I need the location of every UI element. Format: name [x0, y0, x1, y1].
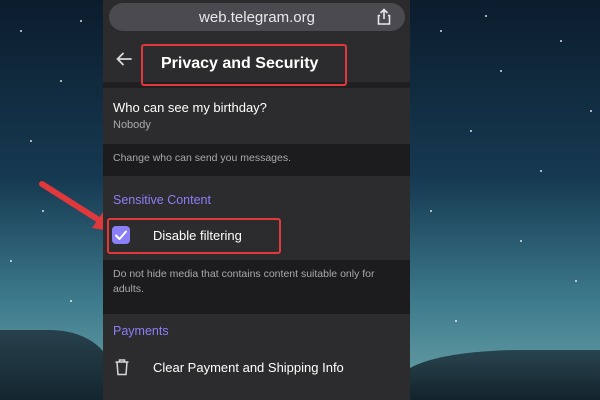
back-arrow-icon[interactable] [115, 50, 133, 68]
star [590, 110, 592, 112]
page-header: Privacy and Security [103, 38, 410, 86]
page-title: Privacy and Security [161, 55, 319, 72]
star [80, 20, 82, 22]
star [485, 15, 487, 17]
hill-right [400, 350, 600, 400]
star [70, 300, 72, 302]
disable-filtering-label[interactable]: Disable filtering [153, 228, 242, 243]
star [470, 130, 472, 132]
check-icon [115, 230, 127, 240]
clear-payment-button[interactable]: Clear Payment and Shipping Info [153, 360, 344, 375]
star [30, 140, 32, 142]
title-highlight-box: Privacy and Security [141, 44, 347, 86]
address-bar[interactable]: web.telegram.org [109, 3, 405, 31]
star [560, 40, 562, 42]
browser-bar: web.telegram.org [103, 0, 410, 38]
star [440, 30, 442, 32]
payments-section: Payments [103, 314, 410, 400]
star [430, 210, 432, 212]
sensitive-hint-area: Do not hide media that contains content … [103, 260, 410, 314]
star [10, 260, 12, 262]
star [500, 70, 502, 72]
messages-hint-area: Change who can send you messages. [103, 144, 410, 176]
disable-filtering-checkbox[interactable] [112, 226, 130, 244]
url-text: web.telegram.org [199, 9, 315, 26]
trash-icon [115, 359, 129, 376]
sensitive-content-hint: Do not hide media that contains content … [113, 268, 375, 295]
star [540, 170, 542, 172]
birthday-setting-title: Who can see my birthday? [113, 100, 267, 115]
phone-screen: web.telegram.org Privacy and Security Wh… [103, 0, 410, 400]
star [20, 30, 22, 32]
payments-label: Payments [113, 324, 169, 338]
share-icon[interactable] [375, 8, 393, 26]
star [455, 320, 457, 322]
star [575, 280, 577, 282]
star [60, 80, 62, 82]
star [520, 240, 522, 242]
messages-hint: Change who can send you messages. [113, 152, 292, 164]
hill-left [0, 330, 110, 400]
sensitive-content-label: Sensitive Content [113, 193, 211, 207]
birthday-setting-value: Nobody [113, 119, 151, 131]
birthday-setting[interactable]: Who can see my birthday? Nobody [103, 88, 410, 144]
